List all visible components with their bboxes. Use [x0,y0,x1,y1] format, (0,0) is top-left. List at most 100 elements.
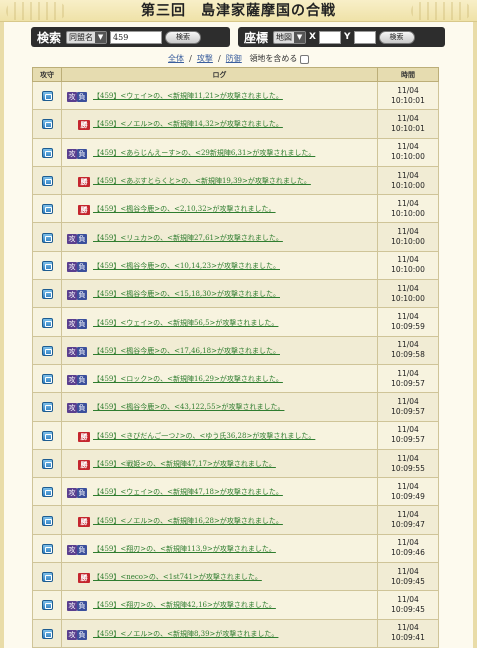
log-entry-link[interactable]: 【459】<楓谷今鹿>の、<17,46,18>が攻撃されました。 [93,347,280,355]
result-badges: 勝 [67,426,91,445]
filter-defense-link[interactable]: 防御 [226,54,242,63]
header-time: 時間 [377,67,439,82]
row-time: 10:10:00 [391,265,425,275]
row-time: 10:10:00 [391,180,425,190]
row-time: 10:10:00 [391,293,425,303]
x-input[interactable] [318,30,341,44]
report-view-icon[interactable] [41,515,53,526]
log-entry-link[interactable]: 【459】<ノエル>の、<新規陣14,32>が攻撃されました。 [93,120,283,128]
log-entry-link[interactable]: 【459】<neco>の、<1st741>が攻撃されました。 [93,573,262,581]
row-time: 10:09:58 [391,350,425,360]
row-date: 11/04 [397,85,419,95]
report-view-icon[interactable] [41,204,53,215]
report-view-icon[interactable] [41,345,53,356]
row-time-cell: 11/04 10:09:45 [377,590,439,620]
row-time: 10:09:57 [391,406,425,416]
map-select[interactable]: 地図 ▼ [273,30,307,44]
result-badges: 攻負 [67,143,91,162]
row-log-cell: 攻負【459】<ウェイ>の、<新規陣56,5>が攻撃されました。 [61,307,378,337]
result-badges: 攻負 [67,370,91,389]
coord-label: 座標 [244,30,269,45]
row-date: 11/04 [397,113,419,123]
log-entry-link[interactable]: 【459】<楓谷今鹿>の、<10,14,23>が攻撃されました。 [93,262,280,270]
attack-badge: 攻 [67,544,77,555]
table-row: 攻負【459】<あらじんえーす>の、<29新規陣6,31>が攻撃されました。 11… [32,137,439,167]
y-input[interactable] [353,30,376,44]
report-view-icon[interactable] [41,487,53,498]
report-view-icon[interactable] [41,119,53,130]
coord-search-button[interactable]: 検索 [378,30,415,44]
log-entry-link[interactable]: 【459】<ノエル>の、<新規陣16,28>が攻撃されました。 [93,517,283,525]
report-view-icon[interactable] [41,289,53,300]
log-entry-link[interactable]: 【459】<あぶすとらくと>の、<新規陣19,39>が攻撃されました。 [93,177,311,185]
row-time-cell: 11/04 10:10:00 [377,250,439,281]
lose-badge: 負 [77,290,87,301]
log-entry-link[interactable]: 【459】<ウェイ>の、<新規陣47,18>が攻撃されました。 [93,488,283,496]
win-badge: 勝 [78,573,90,584]
log-entry-link[interactable]: 【459】<戦姫>の、<新規陣47,17>が攻撃されました。 [93,460,276,468]
filter-attack-link[interactable]: 攻撃 [197,54,213,63]
row-icon-cell [32,194,62,224]
row-date: 11/04 [397,425,419,435]
row-time: 10:09:45 [391,604,425,614]
report-view-icon[interactable] [41,402,53,413]
log-entry-link[interactable]: 【459】<きびだんご一つ♪>の、<ゆう氏36,28>が攻撃されました。 [93,432,315,440]
report-view-icon[interactable] [41,232,53,243]
row-time: 10:09:41 [391,633,425,643]
report-view-icon[interactable] [41,260,53,271]
chevron-down-icon: ▼ [294,31,306,43]
lose-badge: 負 [77,629,87,640]
report-view-icon[interactable] [41,374,53,385]
row-date: 11/04 [397,198,419,208]
row-date: 11/04 [397,312,419,322]
log-entry-link[interactable]: 【459】<ウェイ>の、<新規陣11,21>が攻撃されました。 [93,92,283,100]
result-badges: 勝 [67,511,91,530]
report-view-icon[interactable] [41,317,53,328]
row-time: 10:10:00 [391,152,425,162]
report-view-icon[interactable] [41,430,53,441]
report-view-icon[interactable] [41,459,53,469]
log-entry-link[interactable]: 【459】<ノエル>の、<新規陣8,39>が攻撃されました。 [93,630,278,638]
header-log: ログ [61,67,378,82]
row-log-cell: 攻負【459】<ロック>の、<新規陣16,29>が攻撃されました。 [61,363,378,394]
filter-all-link[interactable]: 全体 [168,54,184,63]
result-badges: 攻負 [67,624,91,643]
row-date: 11/04 [397,255,419,265]
search-button[interactable]: 検索 [165,30,202,44]
table-row: 攻負【459】<ロック>の、<新規陣16,29>が攻撃されました。 11/04 10… [32,363,439,394]
row-log-cell: 勝【459】<きびだんご一つ♪>の、<ゆう氏36,28>が攻撃されました。 [61,420,378,450]
report-view-icon[interactable] [41,572,53,583]
row-date: 11/04 [397,170,419,180]
log-entry-link[interactable]: 【459】<ロック>の、<新規陣16,29>が攻撃されました。 [93,375,283,383]
lose-badge: 負 [77,318,87,329]
row-icon-cell [32,250,62,281]
log-entry-link[interactable]: 【459】<楓谷今鹿>の、<15,18,30>が攻撃されました。 [93,290,280,298]
report-view-icon[interactable] [41,176,53,187]
report-view-icon[interactable] [41,91,53,102]
lose-badge: 負 [77,488,87,499]
report-view-icon[interactable] [41,543,53,554]
search-type-select[interactable]: 同盟名 ▼ [66,30,108,44]
report-view-icon[interactable] [41,600,53,611]
log-entry-link[interactable]: 【459】<翔刃>の、<新規陣113,9>が攻撃されました。 [93,545,276,553]
log-entry-link[interactable]: 【459】<リュカ>の、<新規陣27,61>が攻撃されました。 [93,234,283,242]
result-badges: 勝 [67,172,91,191]
row-date: 11/04 [397,396,419,406]
row-date: 11/04 [397,594,419,604]
include-land-checkbox[interactable] [299,54,309,64]
log-entry-link[interactable]: 【459】<楓谷今鹿>の、<2,10,32>が攻撃されました。 [93,205,276,213]
log-entry-link[interactable]: 【459】<楓谷今鹿>の、<43,122,55>が攻撃されました。 [93,403,284,411]
report-view-icon[interactable] [41,147,53,158]
attack-badge: 攻 [67,148,77,159]
lose-badge: 負 [77,92,87,103]
log-entry-link[interactable]: 【459】<あらじんえーす>の、<29新規陣6,31>が攻撃されました。 [93,149,315,157]
report-view-icon[interactable] [41,628,53,639]
row-log-cell: 勝【459】<戦姫>の、<新規陣47,17>が攻撃されました。 [61,448,378,479]
log-entry-link[interactable]: 【459】<ウェイ>の、<新規陣56,5>が攻撃されました。 [93,319,278,327]
search-input[interactable]: 459 [110,30,163,44]
header-attack-defense: 攻守 [32,67,62,82]
row-time: 10:09:57 [391,378,425,388]
table-header-row: 攻守 ログ 時間 [32,67,439,82]
log-entry-link[interactable]: 【459】<翔刃>の、<新規陣42,16>が攻撃されました。 [93,601,276,609]
table-row: 勝【459】<ノエル>の、<新規陣16,28>が攻撃されました。 11/04 10:… [32,505,439,535]
